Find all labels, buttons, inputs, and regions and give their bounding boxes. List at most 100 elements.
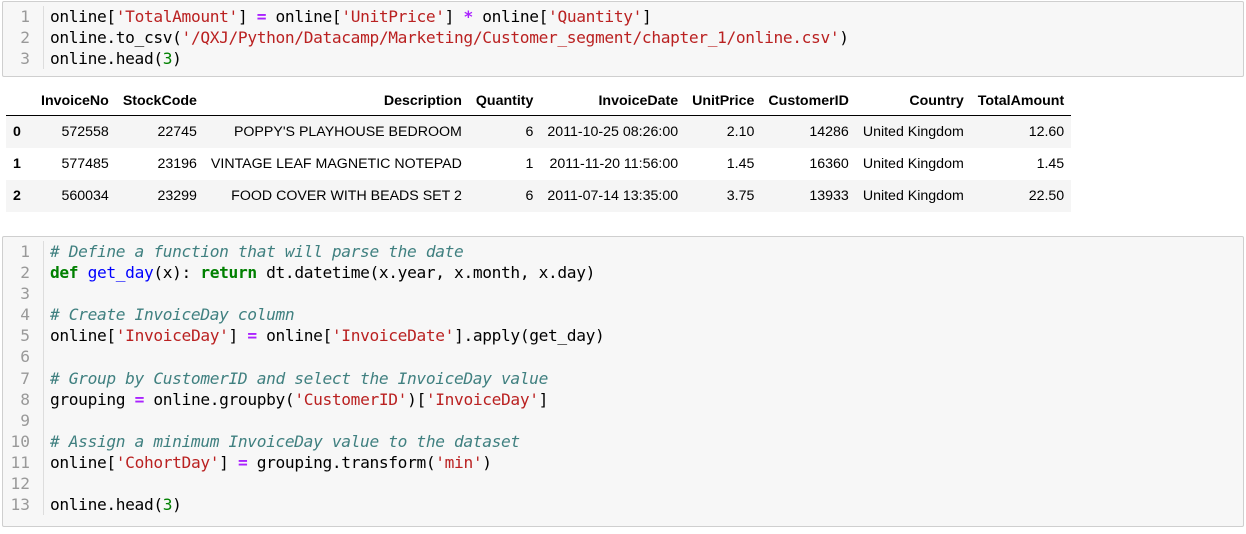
code-line[interactable]: 3	[3, 283, 1243, 304]
code-line[interactable]: 5 online['InvoiceDay'] = online['InvoiceD…	[3, 325, 1243, 346]
number-literal: 3	[162, 495, 173, 515]
cell-country: United Kingdom	[862, 188, 964, 204]
code-source[interactable]: grouping = online.groupby('CustomerID')[…	[50, 389, 548, 410]
string-literal: 'Quantity'	[548, 7, 643, 26]
column-header-quantity: Quantity	[468, 87, 541, 116]
row-index: 2	[13, 188, 21, 204]
column-header-unitprice: UnitPrice	[685, 87, 762, 116]
cell-description: POPPY'S PLAYHOUSE BEDROOM	[233, 124, 462, 140]
code-line[interactable]: 6	[3, 346, 1243, 367]
cell-customerid: 16360	[809, 156, 849, 172]
cell-quantity: 1	[525, 156, 534, 172]
code-text: )	[172, 49, 182, 69]
code-text: online.head(	[50, 495, 163, 515]
code-line[interactable]: 4 # Create InvoiceDay column	[3, 304, 1243, 325]
code-editor[interactable]: 1 online['TotalAmount'] = online['UnitPri…	[3, 6, 1243, 70]
code-text: ]	[237, 7, 257, 26]
code-text: ]	[228, 326, 248, 346]
code-source[interactable]: # Define a function that will parse the …	[50, 241, 464, 262]
line-number: 13	[10, 495, 31, 515]
code-line[interactable]: 2 online.to_csv('/QXJ/Python/Datacamp/Mar…	[3, 27, 1243, 48]
code-source[interactable]: online['CohortDay'] = grouping.transform…	[50, 452, 492, 473]
column-header-country: Country	[855, 87, 971, 116]
code-source[interactable]: online.head(3)	[50, 48, 182, 69]
line-number: 8	[20, 389, 30, 409]
string-literal: 'CohortDay'	[115, 452, 220, 472]
code-text: online.head(	[50, 49, 163, 69]
column-header-customerid: CustomerID	[761, 87, 856, 116]
comment: # Create InvoiceDay column	[50, 305, 295, 325]
code-line[interactable]: 10 # Assign a minimum InvoiceDay value to…	[3, 431, 1243, 452]
string-literal: 'InvoiceDay'	[115, 326, 229, 346]
code-source[interactable]: online['InvoiceDay'] = online['InvoiceDa…	[50, 325, 605, 346]
code-text: )[	[407, 389, 426, 409]
line-number: 10	[10, 431, 31, 451]
line-number: 6	[20, 347, 30, 367]
cell-invoicedate: 2011-07-14 13:35:00	[547, 188, 679, 204]
code-text: )	[482, 452, 492, 472]
line-number: 9	[20, 410, 30, 430]
string-literal: '/QXJ/Python/Datacamp/Marketing/Customer…	[181, 28, 840, 48]
cell-stockcode: 22745	[157, 124, 197, 140]
code-cell-1[interactable]: 1 online['TotalAmount'] = online['UnitPri…	[2, 1, 1244, 77]
cell-customerid: 13933	[809, 188, 849, 204]
code-text: )	[172, 495, 182, 515]
table-row: 1 577485 23196 VINTAGE LEAF MAGNETIC NOT…	[6, 148, 1071, 180]
code-source[interactable]: def get_day(x): return dt.datetime(x.yea…	[50, 262, 595, 283]
line-number: 7	[20, 368, 30, 388]
cell-country: United Kingdom	[862, 156, 964, 172]
code-source[interactable]: # Create InvoiceDay column	[50, 304, 295, 325]
cell-stockcode: 23196	[157, 156, 197, 172]
cell-unitprice: 1.45	[726, 156, 755, 172]
code-text: ]	[219, 452, 238, 472]
cell-customerid: 14286	[809, 124, 849, 140]
code-line[interactable]: 3 online.head(3)	[3, 48, 1243, 69]
cell-invoiceno: 572558	[61, 124, 109, 140]
code-source[interactable]: # Assign a minimum InvoiceDay value to t…	[50, 431, 520, 452]
code-source[interactable]: online['TotalAmount'] = online['UnitPric…	[50, 6, 652, 27]
code-line[interactable]: 11 online['CohortDay'] = grouping.transfo…	[3, 452, 1243, 473]
line-number: 3	[20, 49, 30, 69]
operator: *	[463, 7, 473, 26]
function-name: get_day	[87, 263, 154, 283]
code-text: (x):	[153, 263, 201, 283]
code-cell-2[interactable]: 1 # Define a function that will parse the…	[2, 236, 1244, 527]
string-literal: 'InvoiceDate'	[331, 326, 455, 346]
cell-quantity: 6	[525, 188, 534, 204]
cell-description: VINTAGE LEAF MAGNETIC NOTEPAD	[210, 156, 462, 172]
string-literal: 'TotalAmount'	[115, 7, 239, 26]
code-line[interactable]: 1 online['TotalAmount'] = online['UnitPri…	[3, 6, 1243, 27]
code-source[interactable]: online.to_csv('/QXJ/Python/Datacamp/Mark…	[50, 27, 849, 48]
code-line[interactable]: 1 # Define a function that will parse the…	[3, 241, 1243, 262]
code-text: online[	[50, 326, 116, 346]
cell-description: FOOD COVER WITH BEADS SET 2	[231, 188, 462, 204]
code-source[interactable]: # Group by CustomerID and select the Inv…	[50, 368, 548, 389]
cell-totalamount: 1.45	[1036, 156, 1065, 172]
cell-totalamount: 12.60	[1028, 124, 1065, 140]
code-line[interactable]: 8 grouping = online.groupby('CustomerID')…	[3, 389, 1243, 410]
line-number: 2	[20, 263, 30, 283]
code-text: grouping	[50, 389, 135, 409]
column-header-description: Description	[203, 87, 469, 116]
code-line[interactable]: 9	[3, 410, 1243, 431]
keyword: def	[50, 263, 79, 283]
code-line[interactable]: 13 online.head(3)	[3, 494, 1243, 515]
cell-quantity: 6	[525, 124, 534, 140]
code-text: online.groupby(	[143, 389, 295, 409]
operator: =	[134, 389, 145, 409]
code-line[interactable]: 2 def get_day(x): return dt.datetime(x.ye…	[3, 262, 1243, 283]
code-text: dt.datetime(x.year, x.month, x.day)	[256, 263, 595, 283]
cell-country: United Kingdom	[862, 124, 964, 140]
code-line[interactable]: 12	[3, 473, 1243, 494]
line-number: 4	[20, 305, 30, 325]
comment: # Group by CustomerID and select the Inv…	[50, 368, 548, 388]
code-editor[interactable]: 1 # Define a function that will parse the…	[3, 241, 1243, 516]
code-text: ]	[444, 7, 464, 26]
cell-stockcode: 23299	[157, 188, 197, 204]
table-header-row: InvoiceNo StockCode Description Quantity…	[6, 87, 1072, 116]
code-source[interactable]: online.head(3)	[50, 494, 182, 515]
code-line[interactable]: 7 # Group by CustomerID and select the In…	[3, 368, 1243, 389]
cell-unitprice: 2.10	[726, 124, 755, 140]
line-number: 3	[20, 284, 30, 304]
